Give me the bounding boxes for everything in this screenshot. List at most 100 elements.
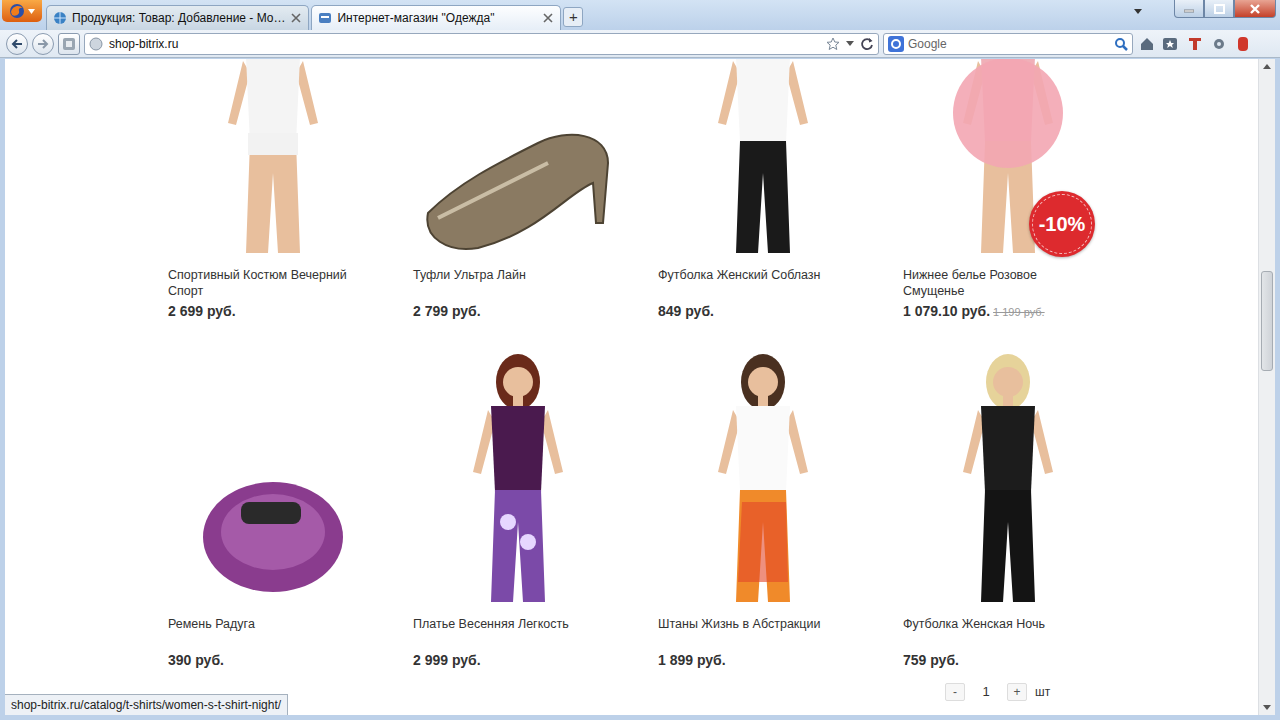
minimize-button[interactable] [1174, 0, 1204, 18]
dropdown-arrow-icon [28, 9, 35, 14]
google-icon [888, 36, 904, 52]
product-photo [193, 452, 353, 612]
globe-icon [53, 11, 67, 25]
back-arrow-icon [11, 38, 23, 50]
scrollbar[interactable] [1258, 59, 1275, 715]
product-card[interactable]: Ремень Радуга 390 руб. [150, 352, 395, 704]
tools-icon [1211, 36, 1227, 52]
product-card[interactable]: Спортивный Костюм Вечерний Спорт 2 699 ру… [150, 59, 395, 322]
product-image[interactable] [885, 352, 1130, 612]
window-controls [1174, 0, 1276, 18]
product-image[interactable] [150, 352, 395, 612]
product-card[interactable]: Футболка Женский Соблазн 849 руб. [640, 59, 885, 322]
url-text: shop-bitrix.ru [109, 35, 820, 53]
bookmark-star-icon[interactable] [826, 37, 840, 51]
product-photo [188, 59, 358, 263]
product-price: 759 руб. [885, 650, 1130, 670]
product-name[interactable]: Спортивный Костюм Вечерний Спорт [150, 263, 360, 301]
toolbar-button[interactable] [1185, 34, 1205, 54]
current-price: 2 999 руб. [413, 652, 481, 668]
tab-list-arrow-icon[interactable] [1134, 9, 1142, 14]
page-icon [318, 11, 332, 25]
product-price: 1 079.10 руб.1 199 руб. [885, 301, 1130, 322]
product-grid: Спортивный Костюм Вечерний Спорт 2 699 ру… [150, 59, 1275, 704]
close-icon[interactable] [542, 12, 554, 24]
increase-button[interactable]: + [1007, 683, 1027, 701]
scrollbar-thumb[interactable] [1261, 271, 1273, 371]
search-box[interactable] [883, 33, 1133, 55]
product-photo [923, 352, 1093, 612]
firefox-menu-button[interactable] [2, 0, 42, 22]
product-price: 1 899 руб. [640, 650, 885, 670]
current-price: 849 руб. [658, 303, 714, 319]
current-price: 2 699 руб. [168, 303, 236, 319]
history-arrow-icon[interactable] [846, 41, 854, 47]
forward-arrow-icon [37, 38, 49, 50]
tab-label: Продукция: Товар: Добавление - Мо… [72, 9, 285, 27]
title-bar: Продукция: Товар: Добавление - Мо… Интерн… [0, 0, 1280, 30]
web-page: Спортивный Костюм Вечерний Спорт 2 699 ру… [5, 59, 1275, 715]
status-bar-url: shop-bitrix.ru/catalog/t-shirts/women-s-… [5, 694, 288, 715]
product-card[interactable]: Футболка Женская Ночь 759 руб. -1 + шт [885, 352, 1130, 704]
maximize-button[interactable] [1204, 0, 1234, 18]
product-image[interactable] [150, 59, 395, 263]
quantity-control: -1 + шт [945, 680, 1130, 704]
product-name[interactable]: Ремень Радуга [150, 612, 360, 650]
toolbar-button[interactable] [1161, 34, 1181, 54]
product-card[interactable]: -10%Нижнее белье Розовое Смущенье1 079.1… [885, 59, 1130, 322]
minimize-icon [1184, 5, 1194, 13]
forward-button[interactable] [32, 33, 54, 55]
home-icon [1139, 36, 1155, 52]
current-price: 1 079.10 руб. [903, 303, 990, 319]
scroll-up-icon[interactable] [1263, 64, 1271, 69]
firefox-logo-icon [9, 3, 25, 19]
current-price: 2 799 руб. [413, 303, 481, 319]
product-photo [678, 352, 848, 612]
product-photo [433, 352, 603, 612]
product-name[interactable]: Штаны Жизнь в Абстракции [640, 612, 850, 650]
search-input[interactable] [908, 35, 1110, 53]
product-card[interactable]: Туфли Ультра Лайн 2 799 руб. [395, 59, 640, 322]
product-name[interactable]: Нижнее белье Розовое Смущенье [885, 263, 1095, 301]
reload-icon[interactable] [860, 37, 874, 51]
product-image[interactable] [640, 59, 885, 263]
scroll-down-icon[interactable] [1263, 705, 1271, 710]
product-name[interactable]: Футболка Женская Ночь [885, 612, 1095, 650]
product-image[interactable] [395, 352, 640, 612]
toolbar-button[interactable] [1137, 34, 1157, 54]
product-image[interactable]: -10% [885, 59, 1130, 263]
browser-tab[interactable]: Интернет-магазин "Одежда" [311, 5, 561, 30]
product-card[interactable]: Платье Весенняя Легкость 2 999 руб. [395, 352, 640, 704]
product-name[interactable]: Туфли Ультра Лайн [395, 263, 605, 301]
back-button[interactable] [6, 33, 28, 55]
addon-icon [1235, 36, 1251, 52]
product-image[interactable] [395, 59, 640, 263]
close-window-button[interactable] [1234, 0, 1276, 18]
new-tab-button[interactable]: + [563, 7, 583, 27]
tab-label: Интернет-магазин "Одежда" [337, 9, 537, 27]
product-card[interactable]: Штаны Жизнь в Абстракции1 899 руб. [640, 352, 885, 704]
current-price: 759 руб. [903, 652, 959, 668]
product-price: 849 руб. [640, 301, 885, 321]
product-name[interactable]: Платье Весенняя Легкость [395, 612, 605, 650]
product-price: 390 руб. [150, 650, 395, 670]
search-icon[interactable] [1114, 37, 1128, 51]
product-photo [418, 123, 618, 263]
quantity-value[interactable]: 1 [973, 682, 999, 702]
globe-icon [89, 37, 103, 51]
close-icon[interactable] [290, 12, 302, 24]
unit-label: шт [1035, 683, 1050, 701]
address-bar[interactable]: shop-bitrix.ru [84, 33, 879, 55]
navigation-bar: shop-bitrix.ru [0, 30, 1280, 58]
product-name[interactable]: Футболка Женский Соблазн [640, 263, 850, 301]
toolbar-button[interactable] [1233, 34, 1253, 54]
browser-tab[interactable]: Продукция: Товар: Добавление - Мо… [46, 5, 309, 30]
product-price: 2 799 руб. [395, 301, 640, 321]
decrease-button[interactable]: - [945, 683, 965, 701]
product-image[interactable] [640, 352, 885, 612]
close-icon [1249, 4, 1261, 14]
current-price: 390 руб. [168, 652, 224, 668]
toolbar-button[interactable] [1209, 34, 1229, 54]
site-identity-button[interactable] [58, 33, 80, 55]
product-photo [678, 59, 848, 263]
